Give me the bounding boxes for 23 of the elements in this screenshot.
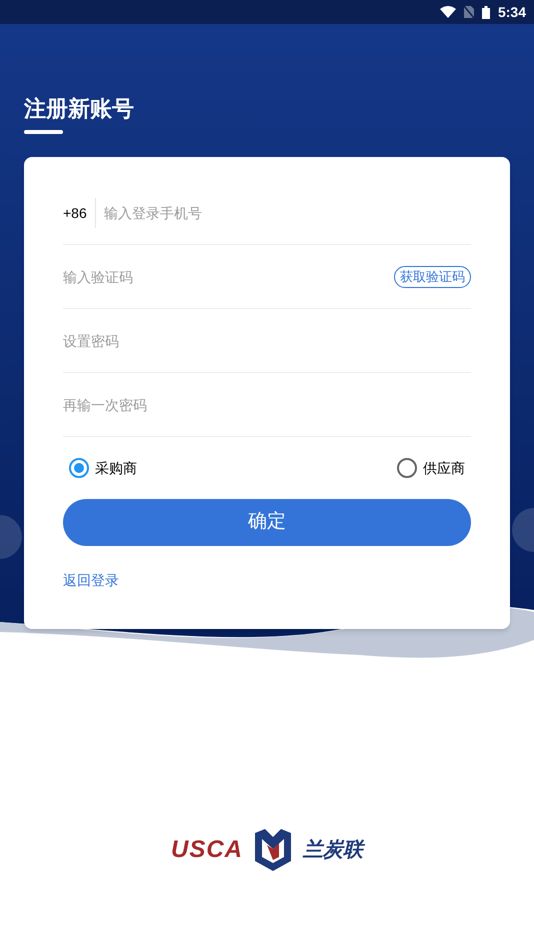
input-field[interactable]: 输入登录手机号 bbox=[104, 198, 471, 228]
radio-button[interactable] bbox=[397, 458, 417, 478]
radio-label[interactable]: 供应商 bbox=[423, 458, 465, 478]
radio-label[interactable]: 采购商 bbox=[95, 458, 137, 478]
input-field[interactable]: 设置密码 bbox=[63, 326, 471, 356]
title-underline bbox=[24, 130, 63, 134]
get-code-button[interactable]: 获取验证码 bbox=[394, 266, 471, 288]
bubble-decoration bbox=[0, 515, 22, 559]
bubble-decoration bbox=[512, 508, 534, 552]
page-title: 注册新账号 bbox=[24, 95, 134, 123]
no-sim-icon bbox=[464, 6, 474, 18]
country-code[interactable]: +86 bbox=[63, 198, 96, 228]
logo-text: 兰炭联 bbox=[303, 835, 363, 865]
battery-icon bbox=[482, 6, 490, 18]
logo-text: USCA bbox=[170, 835, 243, 865]
status-time: 5:34 bbox=[498, 2, 526, 22]
submit-button[interactable]: 确定 bbox=[63, 499, 471, 546]
input-field[interactable]: 输入验证码 bbox=[63, 262, 394, 292]
logo-icon bbox=[253, 829, 293, 871]
wifi-icon bbox=[440, 6, 456, 18]
input-field[interactable]: 再输一次密码 bbox=[63, 390, 471, 420]
radio-button[interactable] bbox=[69, 458, 89, 478]
back-to-login-link[interactable]: 返回登录 bbox=[63, 570, 119, 591]
